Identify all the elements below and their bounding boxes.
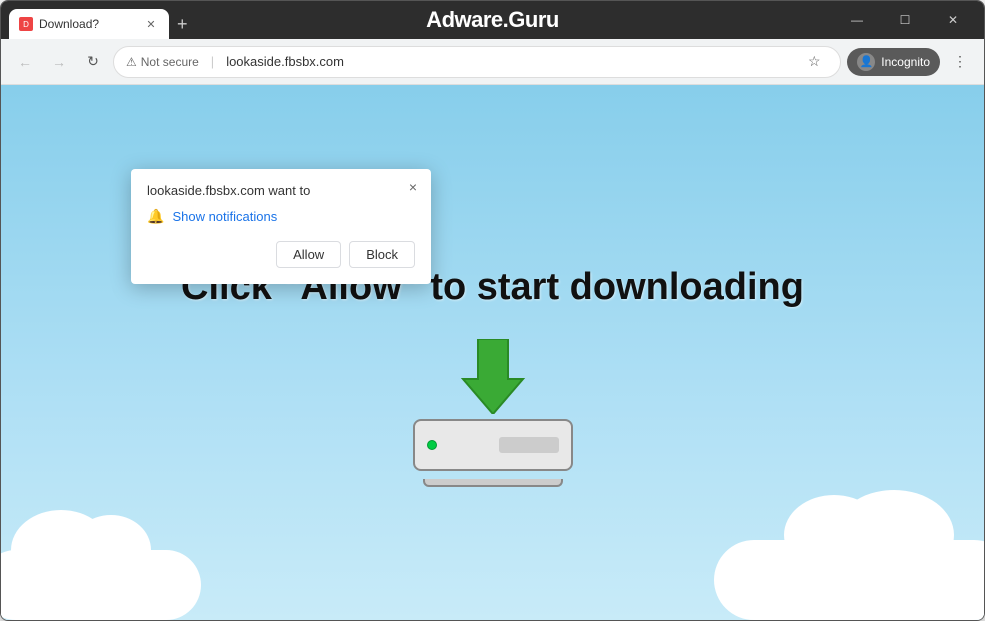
tab-close-button[interactable]: ✕ xyxy=(143,16,159,32)
window-controls: — ☐ ✕ xyxy=(834,1,976,39)
tab-favicon: D xyxy=(19,17,33,31)
security-indicator: ⚠ Not secure xyxy=(126,55,199,69)
download-arrow-icon xyxy=(458,339,528,419)
site-brand-title: Adware.Guru xyxy=(426,7,559,33)
tab-bar: D Download? ✕ + xyxy=(9,1,834,39)
hdd-body xyxy=(413,419,573,471)
url-bar[interactable]: ⚠ Not secure | lookaside.fbsbx.com ☆ xyxy=(113,46,841,78)
bookmark-button[interactable]: ☆ xyxy=(800,48,828,76)
address-bar: ← → ↻ ⚠ Not secure | lookaside.fbsbx.com… xyxy=(1,39,984,85)
url-separator: | xyxy=(211,54,214,69)
notification-popup: × lookaside.fbsbx.com want to 🔔 Show not… xyxy=(131,169,431,284)
allow-button[interactable]: Allow xyxy=(276,241,341,268)
new-tab-button[interactable]: + xyxy=(169,9,196,39)
incognito-button[interactable]: 👤 Incognito xyxy=(847,48,940,76)
maximize-button[interactable]: ☐ xyxy=(882,1,928,39)
close-button[interactable]: ✕ xyxy=(930,1,976,39)
hdd-icon xyxy=(413,419,573,479)
forward-button[interactable]: → xyxy=(45,48,73,76)
bookmark-icon: ☆ xyxy=(808,53,821,70)
cloud-left xyxy=(1,550,201,620)
popup-notification-row: 🔔 Show notifications xyxy=(147,208,415,225)
bell-icon: 🔔 xyxy=(147,208,164,225)
warning-icon: ⚠ xyxy=(126,55,137,69)
show-notifications-link[interactable]: Show notifications xyxy=(172,209,277,224)
popup-buttons: Allow Block xyxy=(147,241,415,268)
url-text: lookaside.fbsbx.com xyxy=(226,54,344,69)
download-illustration xyxy=(403,339,583,479)
url-actions: ☆ xyxy=(800,48,828,76)
clouds-decoration xyxy=(1,500,984,620)
incognito-icon: 👤 xyxy=(857,53,875,71)
hdd-slot xyxy=(499,437,559,453)
reload-button[interactable]: ↻ xyxy=(79,48,107,76)
block-button[interactable]: Block xyxy=(349,241,415,268)
active-tab[interactable]: D Download? ✕ xyxy=(9,9,169,39)
more-options-button[interactable]: ⋮ xyxy=(946,48,974,76)
tab-title: Download? xyxy=(39,17,137,31)
page-content: × lookaside.fbsbx.com want to 🔔 Show not… xyxy=(1,85,984,620)
minimize-button[interactable]: — xyxy=(834,1,880,39)
browser-window: D Download? ✕ + Adware.Guru — ☐ ✕ ← → ↻ … xyxy=(0,0,985,621)
incognito-label: Incognito xyxy=(881,55,930,69)
cloud-right xyxy=(714,540,984,620)
hdd-led xyxy=(427,440,437,450)
popup-title: lookaside.fbsbx.com want to xyxy=(147,183,415,198)
hdd-base xyxy=(423,479,563,487)
security-label: Not secure xyxy=(141,55,199,69)
title-bar: D Download? ✕ + Adware.Guru — ☐ ✕ xyxy=(1,1,984,39)
more-icon: ⋮ xyxy=(953,53,967,70)
popup-close-button[interactable]: × xyxy=(403,177,423,197)
back-button[interactable]: ← xyxy=(11,48,39,76)
